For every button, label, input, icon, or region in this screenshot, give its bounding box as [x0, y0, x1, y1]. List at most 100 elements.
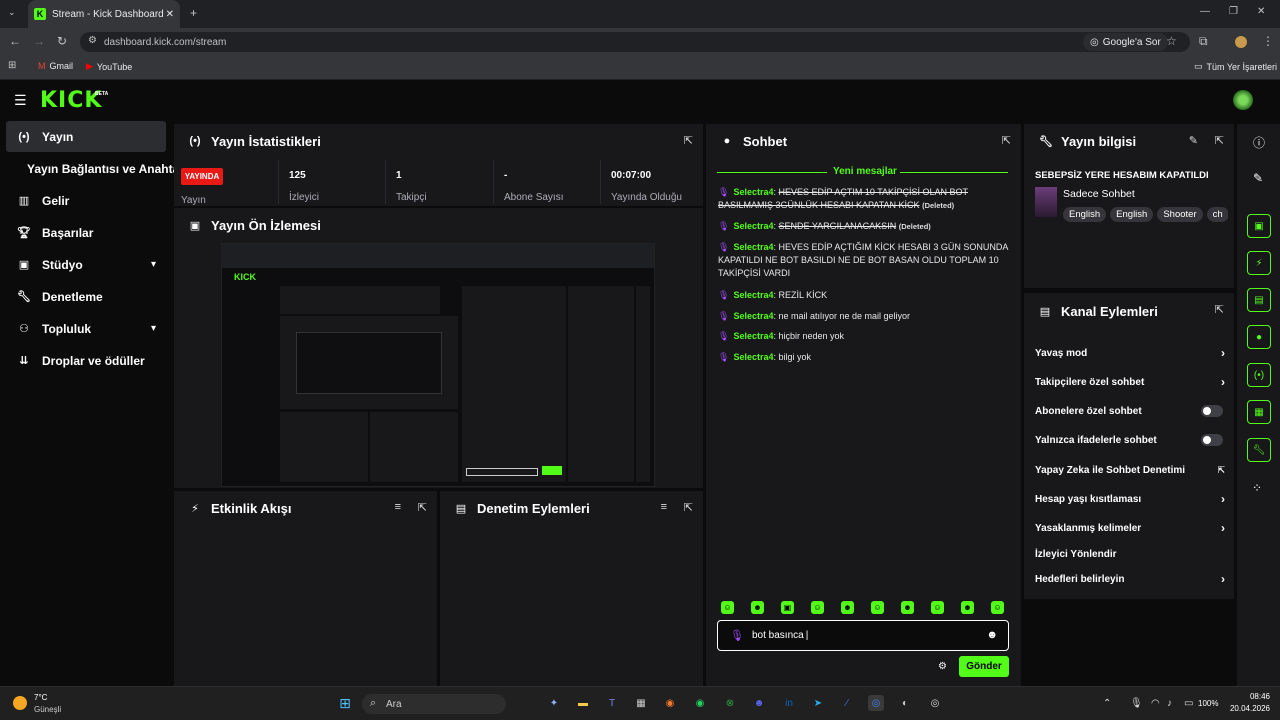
filter-icon[interactable]: ≡	[395, 501, 401, 513]
chat-username[interactable]: Selectra4	[733, 221, 773, 231]
extensions-icon[interactable]: ⧉	[1199, 34, 1208, 49]
popout-icon[interactable]: ⇱	[1002, 134, 1011, 147]
info-icon[interactable]: ⓘ	[1253, 134, 1265, 151]
emote-icon[interactable]: ☺	[721, 601, 734, 614]
sidebar-item-gelir[interactable]: ▥ Gelir	[6, 185, 166, 216]
chat-message[interactable]: 🎙︎ Selectra4: hiçbir neden yok	[718, 330, 1008, 343]
chat-username[interactable]: Selectra4	[733, 290, 773, 300]
tab-list-icon[interactable]: ⌄	[8, 7, 16, 18]
edit-pencil-icon[interactable]: ✎	[1189, 134, 1198, 147]
chat-input[interactable]: 🎙︎ bot basınca | ☻	[717, 620, 1009, 651]
action-slow-mode[interactable]: Yavaş mod ›	[1035, 344, 1225, 362]
chat-username[interactable]: Selectra4	[733, 187, 773, 197]
url-input[interactable]: dashboard.kick.com/stream	[80, 32, 1190, 52]
xbox-icon[interactable]: ⊗	[722, 695, 738, 711]
chat-username[interactable]: Selectra4	[733, 331, 773, 341]
category-name[interactable]: Sadece Sohbet	[1063, 188, 1135, 200]
action-goals[interactable]: Hedefleri belirleyin ›	[1035, 570, 1225, 588]
clock-date[interactable]: 20.04.2026	[1218, 704, 1270, 713]
popout-icon[interactable]: ⇱	[684, 134, 693, 147]
close-tab-icon[interactable]: ✕	[166, 9, 174, 20]
weather-temp[interactable]: 7°C	[34, 693, 47, 702]
chat-message[interactable]: 🎙︎ Selectra4: SENDE YARGILANACAKSIN (Dele…	[718, 220, 1008, 233]
teams-icon[interactable]: T	[604, 695, 620, 711]
wifi-icon[interactable]: ◠	[1151, 698, 1160, 709]
emote-icon[interactable]: ☺	[931, 601, 944, 614]
sidebar-item-studyo[interactable]: ▣ Stüdyo ▾	[6, 249, 166, 280]
chat-message[interactable]: 🎙︎ Selectra4: REZİL KİCK	[718, 289, 1008, 302]
new-tab-icon[interactable]: +	[190, 6, 197, 20]
chrome-icon[interactable]: ◎	[868, 695, 884, 711]
emote-icon[interactable]: ☺	[811, 601, 824, 614]
browser-tab[interactable]: K Stream - Kick Dashboard ✕	[28, 0, 180, 28]
popout-icon[interactable]: ⇱	[1215, 303, 1224, 316]
action-subscribers-only[interactable]: Abonelere özel sohbet	[1035, 402, 1225, 420]
sidebar-item-yayin[interactable]: (•) Yayın	[6, 121, 166, 152]
emoji-picker-icon[interactable]: ☻	[986, 629, 998, 641]
back-icon[interactable]: ←	[9, 34, 21, 48]
chat-settings-gear-icon[interactable]: ⚙	[938, 661, 947, 672]
sidebar-item-denetleme[interactable]: 🔧︎ Denetleme	[6, 281, 166, 312]
chat-message[interactable]: 🎙︎ Selectra4: ne mail atılıyor ne de mail…	[718, 310, 1008, 323]
menu-kebab-icon[interactable]: ⋮	[1262, 34, 1274, 48]
bookmark-youtube[interactable]: ▶ YouTube	[86, 61, 132, 72]
site-info-icon[interactable]: ⚙	[88, 35, 97, 46]
chat-message[interactable]: 🎙︎ Selectra4: HEVES EDİP AÇTIĞIM KİCK HES…	[718, 241, 1008, 280]
blender-icon[interactable]: ◉	[662, 695, 678, 711]
kick-logo[interactable]: KICK	[40, 88, 102, 113]
sidebar-item-topluluk[interactable]: ⚇ Topluluk ▾	[6, 313, 166, 344]
popout-icon[interactable]: ⇱	[418, 501, 427, 514]
chat-username[interactable]: Selectra4	[733, 242, 773, 252]
close-window-icon[interactable]: ✕	[1257, 6, 1265, 17]
telegram-icon[interactable]: ➤	[810, 695, 826, 711]
emote-icon[interactable]: ☻	[841, 601, 854, 614]
emotes-only-toggle[interactable]	[1201, 434, 1223, 446]
emote-icon[interactable]: ☻	[961, 601, 974, 614]
filter-icon[interactable]: ≡	[661, 501, 667, 513]
apps-grid-icon[interactable]: ⊞	[8, 60, 16, 71]
chat-username[interactable]: Selectra4	[733, 352, 773, 362]
clock-time[interactable]: 08:46	[1228, 692, 1270, 701]
store-icon[interactable]: ▦	[633, 695, 649, 711]
spotify-icon[interactable]: ◉	[692, 695, 708, 711]
edit-pencil-icon[interactable]: ✎	[1253, 171, 1263, 185]
profile-icon[interactable]	[1235, 36, 1247, 48]
rail-actions-icon[interactable]: ▦	[1247, 400, 1271, 424]
sidebar-item-stream-key[interactable]: Yayın Bağlantısı ve Anahtarı	[6, 153, 187, 184]
chat-message[interactable]: 🎙︎ Selectra4: HEVES EDİP AÇTIM 10 TAKİPÇİ…	[718, 186, 1008, 212]
chat-username[interactable]: Selectra4	[733, 311, 773, 321]
rail-lightning-icon[interactable]: ⚡︎	[1247, 251, 1271, 275]
volume-icon[interactable]: ♪	[1167, 698, 1172, 709]
linkedin-icon[interactable]: in	[781, 695, 797, 711]
minimize-icon[interactable]: —	[1200, 6, 1210, 17]
microphone-tray-icon[interactable]: 🎙︎	[1130, 698, 1143, 709]
popout-icon[interactable]: ⇱	[684, 501, 693, 514]
action-raid[interactable]: İzleyici Yönlendir	[1035, 545, 1225, 563]
user-avatar[interactable]	[1233, 90, 1253, 110]
emote-icon[interactable]: ▣	[781, 601, 794, 614]
send-button[interactable]: Gönder	[959, 656, 1009, 677]
bookmark-star-icon[interactable]: ☆	[1166, 34, 1177, 48]
tray-overflow-icon[interactable]: ⌃	[1103, 698, 1111, 709]
action-account-age[interactable]: Hesap yaşı kısıtlaması ›	[1035, 490, 1225, 508]
rail-broadcast-icon[interactable]: (•)	[1247, 363, 1271, 387]
rail-clipboard-icon[interactable]: ▤	[1247, 288, 1271, 312]
emote-icon[interactable]: ☺	[871, 601, 884, 614]
file-explorer-icon[interactable]: ▬	[575, 695, 591, 711]
layout-dots-icon[interactable]: ⁘	[1252, 481, 1262, 495]
stream-preview-video[interactable]: KICK	[221, 243, 655, 487]
steam-icon[interactable]: ◐	[897, 695, 913, 711]
chat-message[interactable]: 🎙︎ Selectra4: bilgi yok	[718, 351, 1008, 364]
rail-preview-icon[interactable]: ▣	[1247, 214, 1271, 238]
bookmark-gmail[interactable]: M Gmail	[38, 61, 73, 71]
subscribers-only-toggle[interactable]	[1201, 405, 1223, 417]
action-ai-moderation[interactable]: Yapay Zeka ile Sohbet Denetimi ⇱	[1035, 461, 1225, 479]
google-ask-button[interactable]: ◎ Google'a Sor	[1083, 33, 1168, 51]
maximize-icon[interactable]: ❐	[1229, 6, 1238, 17]
emote-icon[interactable]: ☻	[751, 601, 764, 614]
emote-icon[interactable]: ☺	[991, 601, 1004, 614]
taskbar-search[interactable]: ⌕ Ara	[362, 694, 506, 714]
forward-icon[interactable]: →	[33, 34, 45, 48]
reload-icon[interactable]: ↻	[57, 34, 67, 48]
emote-icon[interactable]: ☻	[901, 601, 914, 614]
